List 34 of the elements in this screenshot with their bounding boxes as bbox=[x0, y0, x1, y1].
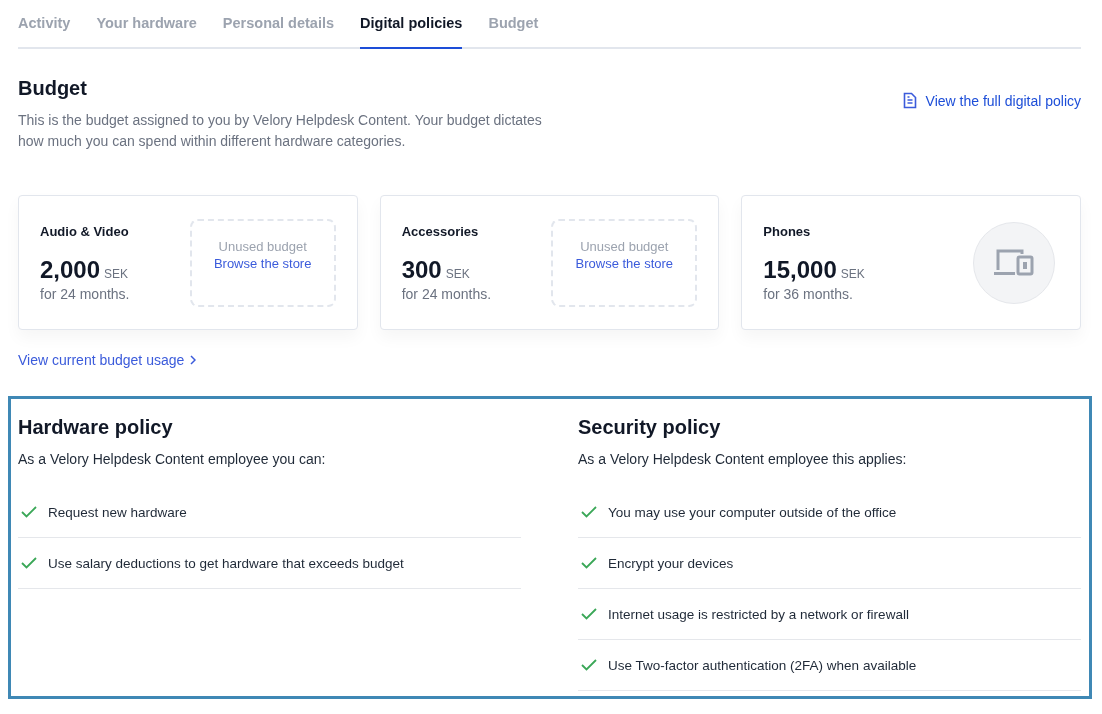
budget-period: for 36 months. bbox=[763, 285, 854, 302]
policy-item: Use Two-factor authentication (2FA) when available bbox=[608, 657, 917, 673]
chevron-right-icon bbox=[190, 355, 197, 365]
category-label: Accessories bbox=[401, 223, 480, 239]
currency-label: SEK bbox=[840, 266, 865, 281]
category-label: Phones bbox=[763, 223, 812, 239]
budget-period: for 24 months. bbox=[40, 285, 130, 302]
digital-policy-link[interactable]: View the full digital policy bbox=[902, 92, 1081, 109]
section-title: Budget bbox=[18, 77, 88, 100]
devices-icon bbox=[993, 247, 1035, 278]
currency-label: SEK bbox=[445, 266, 470, 281]
budget-amount: 2,000 bbox=[40, 255, 101, 284]
policy-intro: As a Velory Helpdesk Content employee this applies: bbox=[578, 451, 908, 467]
policy-item: Encrypt your devices bbox=[608, 555, 734, 571]
budget-period: for 24 months. bbox=[401, 285, 492, 302]
policy-title: Security policy bbox=[578, 416, 722, 439]
currency-label: SEK bbox=[104, 266, 129, 281]
policy-title: Hardware policy bbox=[18, 416, 174, 439]
budget-amount: 300 bbox=[401, 255, 442, 284]
tab[interactable]: Digital policies bbox=[360, 0, 463, 49]
document-icon bbox=[902, 92, 917, 109]
policy-item: Internet usage is restricted by a network or firewall bbox=[608, 606, 909, 622]
unused-budget-label: Unused budget bbox=[580, 238, 669, 254]
unused-budget-label: Unused budget bbox=[218, 238, 307, 254]
budget-amount: 15,000 bbox=[763, 255, 837, 284]
budget-usage-link[interactable]: View current budget usage bbox=[18, 352, 197, 368]
policy-intro: As a Velory Helpdesk Content employee you can: bbox=[18, 451, 327, 467]
category-label: Audio & Video bbox=[40, 223, 130, 239]
policy-item: Use salary deductions to get hardware that exceeds budget bbox=[48, 555, 404, 571]
policy-item: You may use your computer outside of the office bbox=[608, 504, 897, 520]
browse-store-link[interactable]: Browse the store bbox=[575, 255, 674, 271]
browse-store-link[interactable]: Browse the store bbox=[213, 255, 312, 271]
budget-description: This is the budget assigned to you by Velory Helpdesk Content. Your budget dictates how much you can spend within different hardware categories. bbox=[18, 111, 543, 151]
policy-item: Request new hardware bbox=[48, 504, 187, 520]
